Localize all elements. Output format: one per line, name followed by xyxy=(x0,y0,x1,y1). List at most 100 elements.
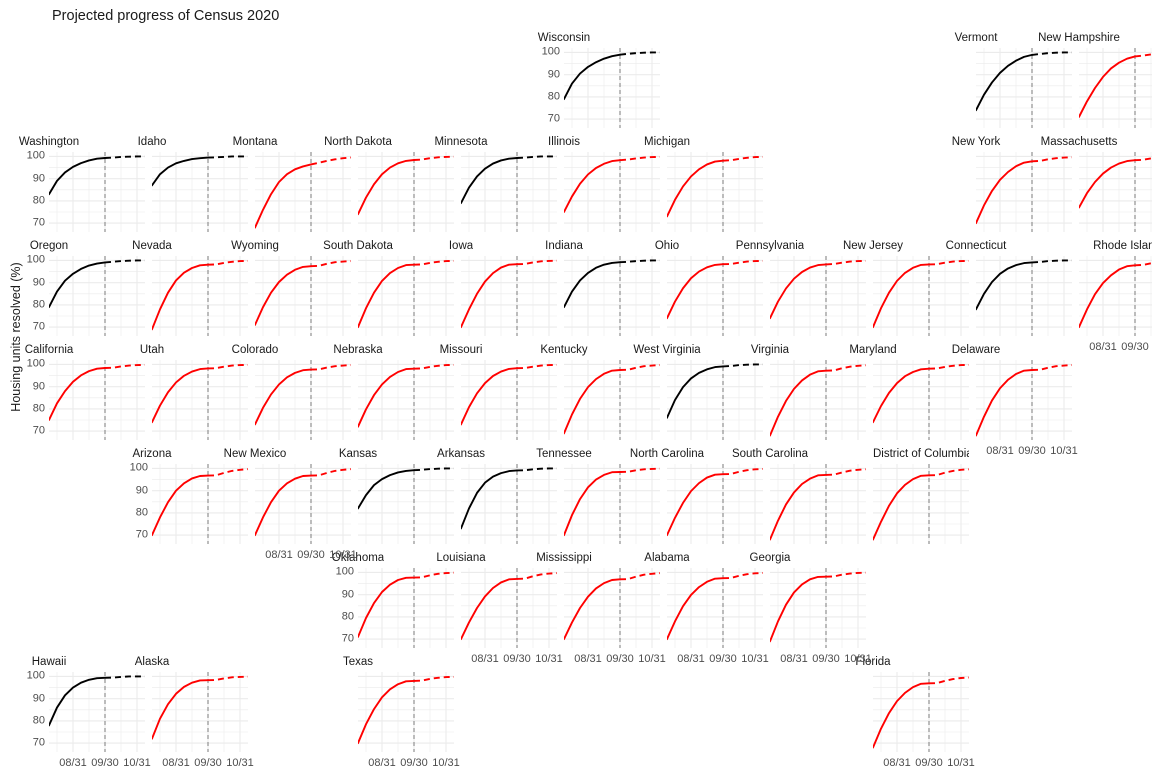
x-tick-label: 09/30 xyxy=(1121,341,1149,353)
x-axis-la: 08/31 09/30 10/31 xyxy=(461,653,563,667)
panel-plot-area xyxy=(667,568,763,648)
x-tick-label: 08/31 xyxy=(1089,341,1117,353)
panel-title-mi: Michigan xyxy=(643,136,691,148)
x-tick-label: 08/31 xyxy=(883,757,911,769)
y-tick-label: 90 xyxy=(341,588,354,601)
panel-plot-area xyxy=(152,152,248,232)
panel-plot-area xyxy=(564,152,660,232)
panel-plot-area xyxy=(564,256,660,336)
y-tick-label: 70 xyxy=(32,424,45,437)
panel-plot-area xyxy=(976,256,1072,336)
panel-plot-area xyxy=(976,152,1072,232)
panel-plot-area xyxy=(1079,152,1152,232)
x-tick-label: 10/31 xyxy=(226,757,254,769)
panel-title-al: Alabama xyxy=(644,552,690,564)
x-tick-label: 08/31 xyxy=(677,653,705,665)
y-axis-row-3: 100 90 80 70 xyxy=(19,254,45,336)
x-tick-label: 09/30 xyxy=(400,757,428,769)
x-axis-tx: 08/31 09/30 10/31 xyxy=(358,757,460,771)
y-tick-label: 70 xyxy=(341,632,354,645)
x-axis-ak: 08/31 09/30 10/31 xyxy=(152,757,254,771)
panel-title-ca: California xyxy=(24,344,74,356)
panel-title-nh: New Hampshire xyxy=(1038,32,1120,44)
panel-plot-area xyxy=(667,256,763,336)
panel-plot-area xyxy=(976,360,1072,440)
panel-title-ct: Connecticut xyxy=(945,240,1007,252)
panel-title-ak: Alaska xyxy=(134,656,170,668)
x-tick-label: 09/30 xyxy=(503,653,531,665)
panel-plot-area xyxy=(152,464,248,544)
panel-title-pa: Pennsylvania xyxy=(735,240,805,252)
panel-plot-area xyxy=(358,672,454,752)
y-axis-row-7: 100 90 80 70 xyxy=(19,670,45,752)
panel-plot-area xyxy=(873,256,969,336)
panel-plot-area xyxy=(770,360,866,440)
panel-title-ms: Mississippi xyxy=(536,552,592,564)
panel-title-dc: District of Columbia xyxy=(873,448,969,460)
panel-title-ky: Kentucky xyxy=(540,344,588,356)
panel-title-ma: Massachusetts xyxy=(1040,136,1118,148)
panel-plot-area xyxy=(49,672,145,752)
panel-title-md: Maryland xyxy=(849,344,897,356)
y-tick-label: 80 xyxy=(32,194,45,207)
panel-plot-area xyxy=(152,256,248,336)
panel-title-va: Virginia xyxy=(750,344,790,356)
panel-plot-area xyxy=(667,360,763,440)
panel-plot-area xyxy=(564,568,660,648)
x-axis-hi: 08/31 09/30 10/31 xyxy=(49,757,151,771)
panel-title-wi: Wisconsin xyxy=(537,32,591,44)
y-tick-label: 90 xyxy=(32,692,45,705)
x-tick-label: 10/31 xyxy=(123,757,151,769)
panel-title-nj: New Jersey xyxy=(842,240,904,252)
panel-title-sc: South Carolina xyxy=(731,448,809,460)
panel-title-wa: Washington xyxy=(18,136,80,148)
panel-title-id: Idaho xyxy=(137,136,167,148)
panel-plot-area xyxy=(461,152,557,232)
x-tick-label: 09/30 xyxy=(1018,445,1046,457)
panel-title-tn: Tennessee xyxy=(536,448,592,460)
panel-plot-area xyxy=(461,568,557,648)
panel-title-nv: Nevada xyxy=(132,240,172,252)
y-tick-label: 90 xyxy=(32,276,45,289)
y-tick-label: 70 xyxy=(32,216,45,229)
panel-plot-area xyxy=(1079,256,1152,336)
x-tick-label: 10/31 xyxy=(844,653,872,665)
y-tick-label: 100 xyxy=(129,461,148,474)
panel-plot-area xyxy=(49,152,145,232)
x-tick-label: 08/31 xyxy=(780,653,808,665)
x-tick-label: 08/31 xyxy=(162,757,190,769)
panel-plot-area xyxy=(770,256,866,336)
panel-title-ia: Iowa xyxy=(448,240,474,252)
panel-plot-area xyxy=(564,360,660,440)
panel-title-ga: Georgia xyxy=(749,552,791,564)
x-tick-label: 10/31 xyxy=(1050,445,1078,457)
y-tick-label: 90 xyxy=(32,380,45,393)
y-tick-label: 80 xyxy=(341,610,354,623)
panel-title-co: Colorado xyxy=(231,344,279,356)
panel-title-ks: Kansas xyxy=(338,448,378,460)
x-tick-label: 08/31 xyxy=(59,757,87,769)
x-tick-label: 09/30 xyxy=(194,757,222,769)
x-axis-de: 08/31 09/30 10/31 xyxy=(976,445,1078,459)
panel-title-il: Illinois xyxy=(548,136,580,148)
panel-title-tx: Texas xyxy=(342,656,374,668)
panel-title-in: Indiana xyxy=(545,240,583,252)
panel-plot-area xyxy=(152,360,248,440)
panel-title-sd: South Dakota xyxy=(323,240,393,252)
y-tick-label: 70 xyxy=(547,112,560,125)
geofacet-chart: Projected progress of Census 2020 Housin… xyxy=(0,0,1152,771)
panel-plot-area xyxy=(358,464,454,544)
panel-plot-area xyxy=(461,360,557,440)
y-axis-row-1: 100 90 80 70 xyxy=(534,46,560,128)
panel-plot-area xyxy=(49,256,145,336)
x-axis-al: 08/31 09/30 10/31 xyxy=(667,653,769,667)
y-tick-label: 80 xyxy=(32,402,45,415)
y-axis-row-2: 100 90 80 70 xyxy=(19,150,45,232)
panel-title-de: Delaware xyxy=(951,344,1001,356)
panel-title-wy: Wyoming xyxy=(231,240,279,252)
y-tick-label: 100 xyxy=(26,357,45,370)
panel-title-mn: Minnesota xyxy=(434,136,488,148)
y-tick-label: 70 xyxy=(135,528,148,541)
panel-title-hi: Hawaii xyxy=(31,656,67,668)
x-tick-label: 08/31 xyxy=(471,653,499,665)
